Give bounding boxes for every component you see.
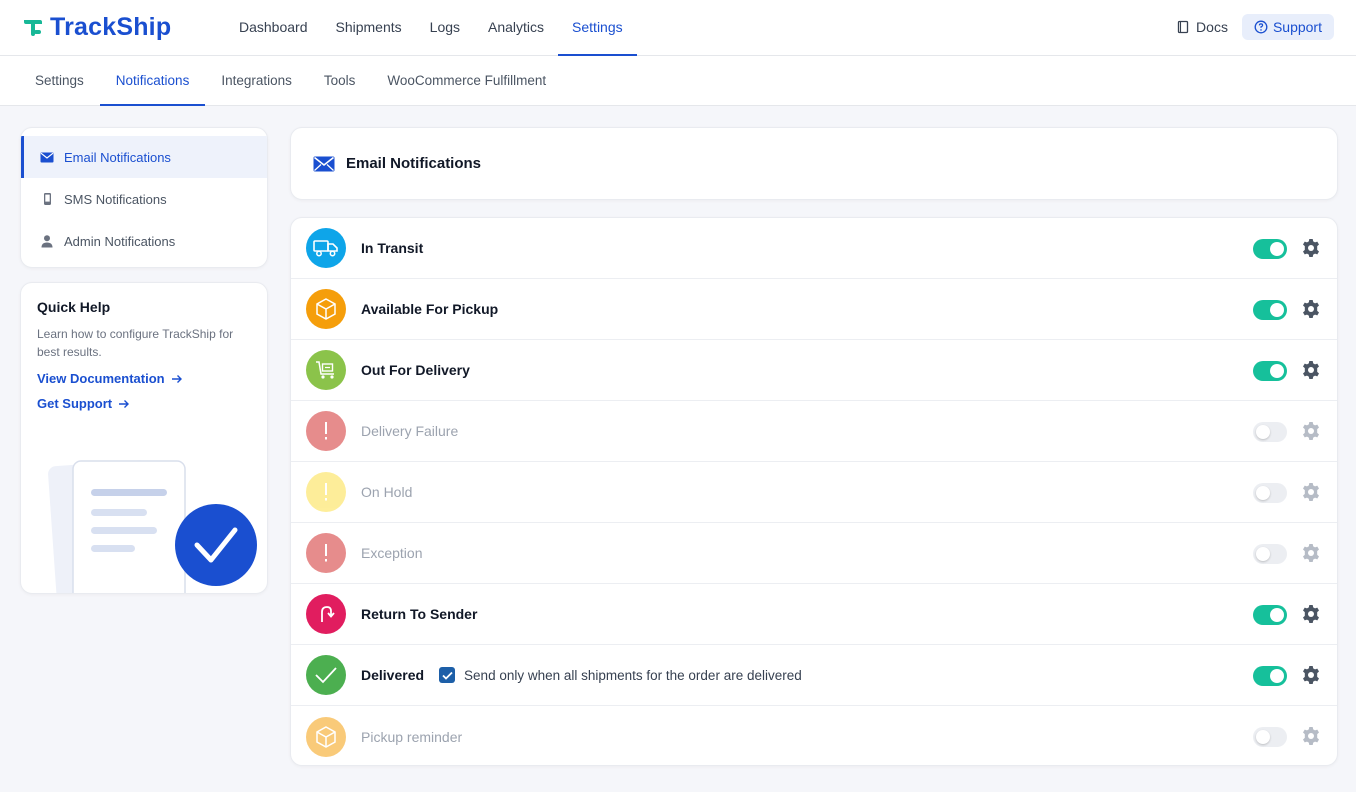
document-check-illustration xyxy=(48,460,257,593)
tab-tools[interactable]: Tools xyxy=(308,56,372,106)
pickup-reminder-toggle[interactable] xyxy=(1253,727,1287,747)
trackship-logo-icon xyxy=(24,20,42,36)
tab-woocommerce-fulfillment[interactable]: WooCommerce Fulfillment xyxy=(371,56,562,106)
exclamation-icon xyxy=(306,411,346,451)
checkmark-icon xyxy=(306,655,346,695)
book-icon xyxy=(1177,20,1189,34)
user-icon xyxy=(41,235,53,248)
notification-row-out-for-delivery: Out For Delivery xyxy=(291,340,1337,401)
notification-row-delivery-failure: Delivery Failure xyxy=(291,401,1337,462)
tab-notifications[interactable]: Notifications xyxy=(99,56,206,106)
in-transit-toggle[interactable] xyxy=(1253,239,1287,259)
exception-toggle[interactable] xyxy=(1253,544,1287,564)
row-label: Return To Sender xyxy=(361,606,478,622)
out-for-delivery-toggle[interactable] xyxy=(1253,361,1287,381)
gear-icon[interactable] xyxy=(1301,299,1321,319)
docs-link[interactable]: Docs xyxy=(1176,19,1228,35)
nav-analytics[interactable]: Analytics xyxy=(474,0,558,56)
gear-icon[interactable] xyxy=(1301,360,1321,380)
tab-integrations[interactable]: Integrations xyxy=(205,56,308,106)
nav-dashboard[interactable]: Dashboard xyxy=(225,0,322,56)
row-label: Delivery Failure xyxy=(361,423,459,439)
sidebar-item-label: SMS Notifications xyxy=(64,191,167,207)
notification-row-return-to-sender: Return To Sender xyxy=(291,584,1337,645)
docs-label: Docs xyxy=(1196,19,1228,35)
on-hold-toggle[interactable] xyxy=(1253,483,1287,503)
exclamation-icon xyxy=(306,533,346,573)
view-documentation-link[interactable]: View Documentation xyxy=(37,371,251,386)
brand-logo[interactable]: TrackShip xyxy=(22,12,171,42)
row-label: Exception xyxy=(361,545,423,561)
return-to-sender-toggle[interactable] xyxy=(1253,605,1287,625)
support-label: Support xyxy=(1272,19,1322,35)
gear-icon[interactable] xyxy=(1301,726,1321,746)
support-button[interactable]: Support xyxy=(1241,14,1334,40)
get-support-link[interactable]: Get Support xyxy=(37,396,251,411)
gear-icon[interactable] xyxy=(1301,238,1321,258)
nav-settings[interactable]: Settings xyxy=(558,0,637,56)
notification-row-in-transit: In Transit xyxy=(291,218,1337,279)
check-icon xyxy=(441,671,453,680)
notification-row-on-hold: On Hold xyxy=(291,462,1337,523)
sidebar-item-sms[interactable]: SMS Notifications xyxy=(21,178,267,220)
tab-settings[interactable]: Settings xyxy=(19,56,100,106)
envelope-icon xyxy=(40,152,54,162)
notification-row-pickup-reminder: Pickup reminder xyxy=(291,706,1337,765)
quick-help-title: Quick Help xyxy=(37,299,111,315)
envelope-icon xyxy=(313,156,335,171)
available-for-pickup-toggle[interactable] xyxy=(1253,300,1287,320)
delivered-all-shipments-option: Send only when all shipments for the ord… xyxy=(439,667,802,683)
help-circle-icon xyxy=(1254,20,1268,34)
gear-icon[interactable] xyxy=(1301,421,1321,441)
page-title: Email Notifications xyxy=(346,155,482,172)
return-arrow-icon xyxy=(306,594,346,634)
row-label: On Hold xyxy=(361,484,413,500)
exclamation-icon xyxy=(306,472,346,512)
quick-help-card: Quick Help Learn how to configure TrackS… xyxy=(20,282,268,594)
notification-row-delivered: Delivered Send only when all shipments f… xyxy=(291,645,1337,706)
quick-help-text: Learn how to configure TrackShip for bes… xyxy=(37,327,234,359)
notification-list: In Transit Available For Pickup Out For … xyxy=(290,217,1338,766)
gear-icon[interactable] xyxy=(1301,604,1321,624)
main-nav: Dashboard Shipments Logs Analytics Setti… xyxy=(225,0,637,56)
view-documentation-label: View Documentation xyxy=(37,371,165,386)
row-label: In Transit xyxy=(361,240,424,256)
sidebar-item-email[interactable]: Email Notifications xyxy=(21,136,267,178)
gear-icon[interactable] xyxy=(1301,482,1321,502)
sidebar-item-label: Email Notifications xyxy=(64,149,171,165)
truck-icon xyxy=(306,228,346,268)
top-bar: TrackShip Dashboard Shipments Logs Analy… xyxy=(0,0,1356,56)
gear-icon[interactable] xyxy=(1301,543,1321,563)
delivered-all-shipments-checkbox[interactable] xyxy=(439,667,456,683)
arrow-right-icon xyxy=(171,374,182,383)
sidebar-item-admin[interactable]: Admin Notifications xyxy=(21,220,267,262)
top-right-actions: Docs Support xyxy=(1176,14,1334,40)
settings-subnav: Settings Notifications Integrations Tool… xyxy=(0,56,1356,106)
get-support-label: Get Support xyxy=(37,396,113,411)
box-icon xyxy=(306,716,346,757)
notification-type-menu: Email Notifications SMS Notifications Ad… xyxy=(20,127,268,268)
row-label: Available For Pickup xyxy=(361,301,499,317)
phone-icon xyxy=(44,193,51,205)
row-label: Pickup reminder xyxy=(361,728,463,745)
notification-row-exception: Exception xyxy=(291,523,1337,584)
box-icon xyxy=(306,289,346,329)
sidebar-item-label: Admin Notifications xyxy=(64,233,176,249)
gear-icon[interactable] xyxy=(1301,665,1321,685)
notification-row-available-for-pickup: Available For Pickup xyxy=(291,279,1337,340)
brand-name: TrackShip xyxy=(50,12,172,41)
delivered-toggle[interactable] xyxy=(1253,666,1287,686)
checkbox-label: Send only when all shipments for the ord… xyxy=(464,667,802,683)
delivery-failure-toggle[interactable] xyxy=(1253,422,1287,442)
arrow-right-icon xyxy=(119,399,130,408)
row-label: Delivered xyxy=(361,667,425,683)
cart-icon xyxy=(306,350,346,390)
row-label: Out For Delivery xyxy=(361,362,470,378)
nav-logs[interactable]: Logs xyxy=(416,0,474,56)
email-notifications-header: Email Notifications xyxy=(290,127,1338,200)
nav-shipments[interactable]: Shipments xyxy=(322,0,416,56)
